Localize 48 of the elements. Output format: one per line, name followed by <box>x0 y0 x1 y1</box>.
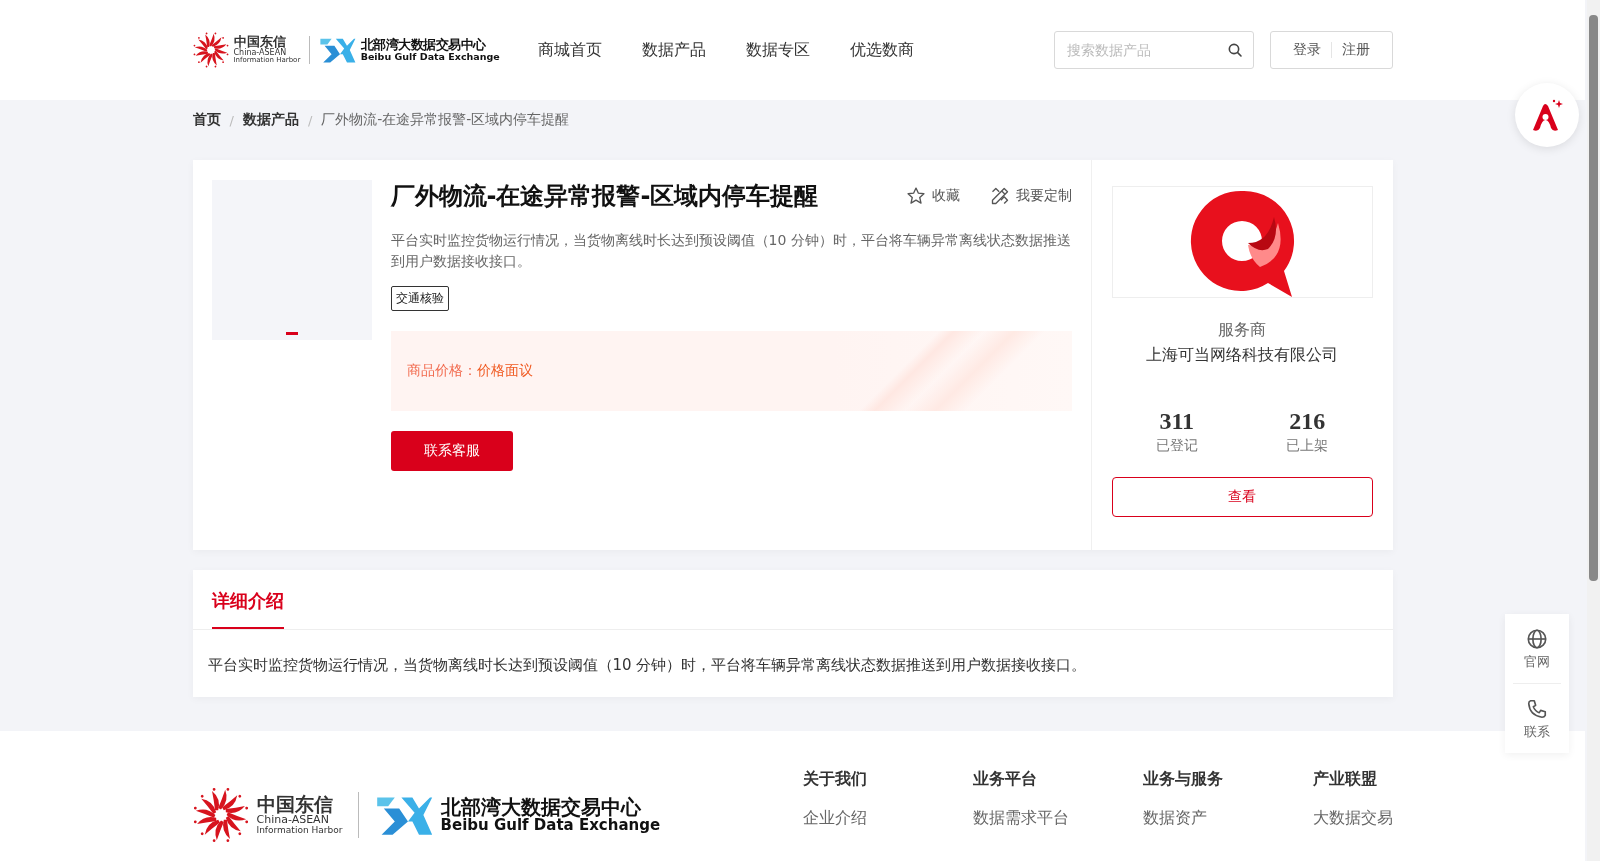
nav-link[interactable]: 优选数商 <box>849 39 914 61</box>
favorite-link[interactable]: 收藏 <box>905 186 960 206</box>
nav-link[interactable]: 数据专区 <box>745 39 810 61</box>
breadcrumb-separator: / <box>229 112 234 128</box>
logo-subtitle: China-ASEAN <box>233 48 288 57</box>
footer-heading: 关于我们 <box>802 769 868 790</box>
nav-link[interactable]: 数据产品 <box>641 39 706 61</box>
breadcrumb-separator: / <box>307 112 313 128</box>
contact-link[interactable]: 联系 <box>1513 683 1561 753</box>
logo-subtitle: Information Harbor <box>256 826 343 836</box>
customize-link[interactable]: 我要定制 <box>989 186 1072 206</box>
logo-subtitle: Beibu Gulf Data Exchange <box>440 817 661 834</box>
stat-value: 311 <box>1159 408 1195 435</box>
breadcrumb-link[interactable]: 数据产品 <box>242 111 299 129</box>
logo-name: 中国东信 <box>256 794 334 815</box>
logo-name: 中国东信 <box>233 35 287 49</box>
nav-link[interactable]: 商城首页 <box>537 39 602 61</box>
product-description: 平台实时监控货物运行情况，当货物离线时长达到预设阈值（10 分钟）时，平台将车辆异常离线状态数据推送到用户数据接收接口。 <box>390 231 1072 271</box>
stat-value: 216 <box>1289 408 1326 435</box>
price-label: 商品价格： <box>406 362 477 380</box>
footer-heading: 产业联盟 <box>1312 769 1378 790</box>
breadcrumb-link[interactable]: 首页 <box>192 111 221 129</box>
stat-label: 已登记 <box>1155 437 1198 455</box>
footer-link[interactable]: 数据需求平台 <box>972 808 1143 829</box>
breadcrumb-link[interactable]: 厂外物流-在途异常报警-区域内停车提醒 <box>321 111 570 129</box>
price-value: 价格面议 <box>476 362 533 380</box>
footer-link[interactable]: 大数据交易 <box>1312 808 1393 829</box>
detail-text: 平台实时监控货物运行情况，当货物离线时长达到预设阈值（10 分钟）时，平台将车辆异常离线状态数据推送到用户数据接收接口。 <box>206 655 1088 676</box>
product-title: 厂外物流-在途异常报警-区域内停车提醒 <box>390 181 820 212</box>
tag: 交通核验 <box>390 286 449 311</box>
logo-subtitle: China-ASEAN <box>256 814 329 826</box>
website-link[interactable]: 官网 <box>1513 614 1561 683</box>
logo-name: 北部湾大数据交易中心 <box>360 38 486 52</box>
detail-tab[interactable]: 详细介绍 <box>211 589 284 629</box>
footer-heading: 业务平台 <box>972 769 1038 790</box>
provider-name: 上海可当网络科技有限公司 <box>1146 345 1338 366</box>
footer-link[interactable]: 数据资产 <box>1142 808 1313 829</box>
stat-label: 已上架 <box>1286 437 1329 455</box>
logo-name: 北部湾大数据交易中心 <box>440 796 641 818</box>
footer-heading: 业务与服务 <box>1142 769 1224 790</box>
view-button[interactable]: 查看 <box>1111 477 1373 517</box>
auth-link[interactable]: 注册 <box>1331 41 1380 59</box>
footer-link[interactable]: 企业介绍 <box>802 808 973 829</box>
provider-role: 服务商 <box>1218 320 1266 341</box>
contact-button[interactable]: 联系客服 <box>390 431 513 471</box>
auth-link[interactable]: 登录 <box>1282 41 1331 59</box>
search-field[interactable]: 搜索数据产品 <box>1053 31 1254 69</box>
logo-subtitle: Beibu Gulf Data Exchange <box>360 51 500 62</box>
